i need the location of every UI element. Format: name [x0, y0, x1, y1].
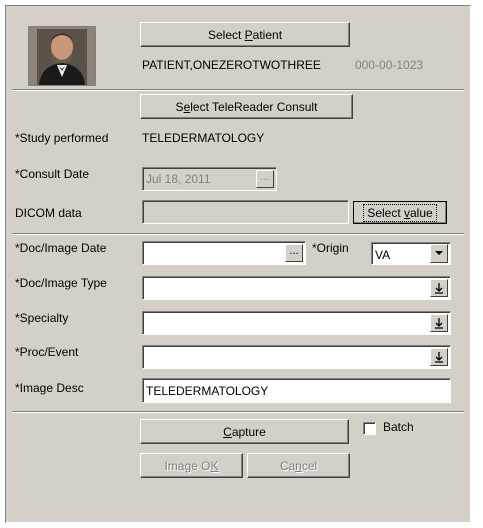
select-value-label-pre: Select	[367, 205, 404, 220]
capture-label-u: C	[223, 424, 232, 439]
capture-panel: Select Patient PATIENT,ONEZEROTWOTHREE 0…	[5, 5, 471, 523]
image-desc-field[interactable]: TELEDERMATOLOGY	[142, 378, 451, 403]
specialty-lookup-button[interactable]	[430, 314, 448, 332]
origin-dropdown-button[interactable]	[430, 244, 448, 263]
dicom-data-field	[142, 200, 349, 224]
cancel-label-pre: Ca	[279, 458, 296, 473]
image-ok-label-u: K	[210, 458, 219, 473]
separator	[12, 233, 464, 235]
image-desc-value: TELEDERMATOLOGY	[146, 384, 269, 398]
study-performed-value: TELEDERMATOLOGY	[142, 131, 265, 145]
select-value-button[interactable]: Select value	[353, 201, 447, 224]
chevron-down-icon	[435, 251, 443, 255]
select-patient-button[interactable]: Select Patient	[140, 22, 350, 47]
separator	[12, 411, 464, 413]
proc-event-field[interactable]	[142, 345, 451, 369]
doc-image-date-field[interactable]: ...	[142, 241, 306, 265]
specialty-field[interactable]	[142, 311, 451, 335]
patient-portrait-icon	[29, 27, 95, 85]
select-value-label-post: alue	[410, 205, 433, 220]
origin-label: *Origin	[312, 241, 349, 255]
select-telereader-consult-button[interactable]: Select TeleReader Consult	[140, 94, 353, 119]
consult-date-picker-button: ...	[256, 170, 274, 188]
image-ok-label-pre: Image O	[164, 458, 211, 473]
batch-label: Batch	[383, 420, 414, 434]
specialty-label: *Specialty	[15, 311, 69, 325]
select-consult-label-pre: S	[175, 99, 184, 114]
origin-value: VA	[375, 248, 391, 262]
doc-image-type-lookup-button[interactable]	[430, 279, 448, 297]
dicom-data-label: DICOM data	[15, 206, 82, 220]
doc-image-type-label: *Doc/Image Type	[15, 276, 107, 290]
study-performed-label: *Study performed	[15, 131, 109, 145]
select-consult-label-post: lect TeleReader Consult	[190, 99, 318, 114]
select-patient-label-u: P	[244, 27, 253, 42]
image-desc-label: *Image Desc	[15, 381, 84, 395]
arrow-down-icon	[435, 283, 443, 294]
proc-event-label: *Proc/Event	[15, 345, 79, 359]
cancel-label-u: n	[295, 458, 302, 473]
cancel-button[interactable]: Cancel	[247, 453, 350, 478]
capture-label-rest: apture	[231, 424, 266, 439]
consult-date-value: Jul 18, 2011	[146, 172, 211, 186]
separator	[12, 89, 464, 91]
select-patient-label-post: atient	[252, 27, 283, 42]
proc-event-lookup-button[interactable]	[430, 348, 448, 366]
image-ok-button[interactable]: Image OK	[140, 453, 243, 478]
consult-date-ellipsis: ...	[260, 171, 270, 183]
batch-checkbox[interactable]	[363, 422, 376, 435]
patient-name: PATIENT,ONEZEROTWOTHREE	[142, 58, 321, 72]
arrow-down-icon	[435, 352, 443, 363]
doc-image-date-ellipsis: ...	[289, 245, 299, 257]
doc-image-date-picker-button[interactable]: ...	[285, 244, 303, 262]
doc-image-type-field[interactable]	[142, 276, 451, 300]
arrow-down-icon	[435, 318, 443, 329]
origin-select[interactable]: VA	[371, 242, 451, 265]
cancel-label-post: cel	[301, 458, 318, 473]
select-patient-label-pre: Select	[207, 27, 245, 42]
doc-image-date-label: *Doc/Image Date	[15, 241, 107, 255]
patient-photo	[28, 26, 96, 86]
consult-date-label: *Consult Date	[15, 167, 90, 181]
capture-button[interactable]: Capture	[140, 419, 349, 444]
consult-date-field: Jul 18, 2011 ...	[142, 167, 277, 191]
patient-ssn: 000-00-1023	[355, 58, 424, 72]
